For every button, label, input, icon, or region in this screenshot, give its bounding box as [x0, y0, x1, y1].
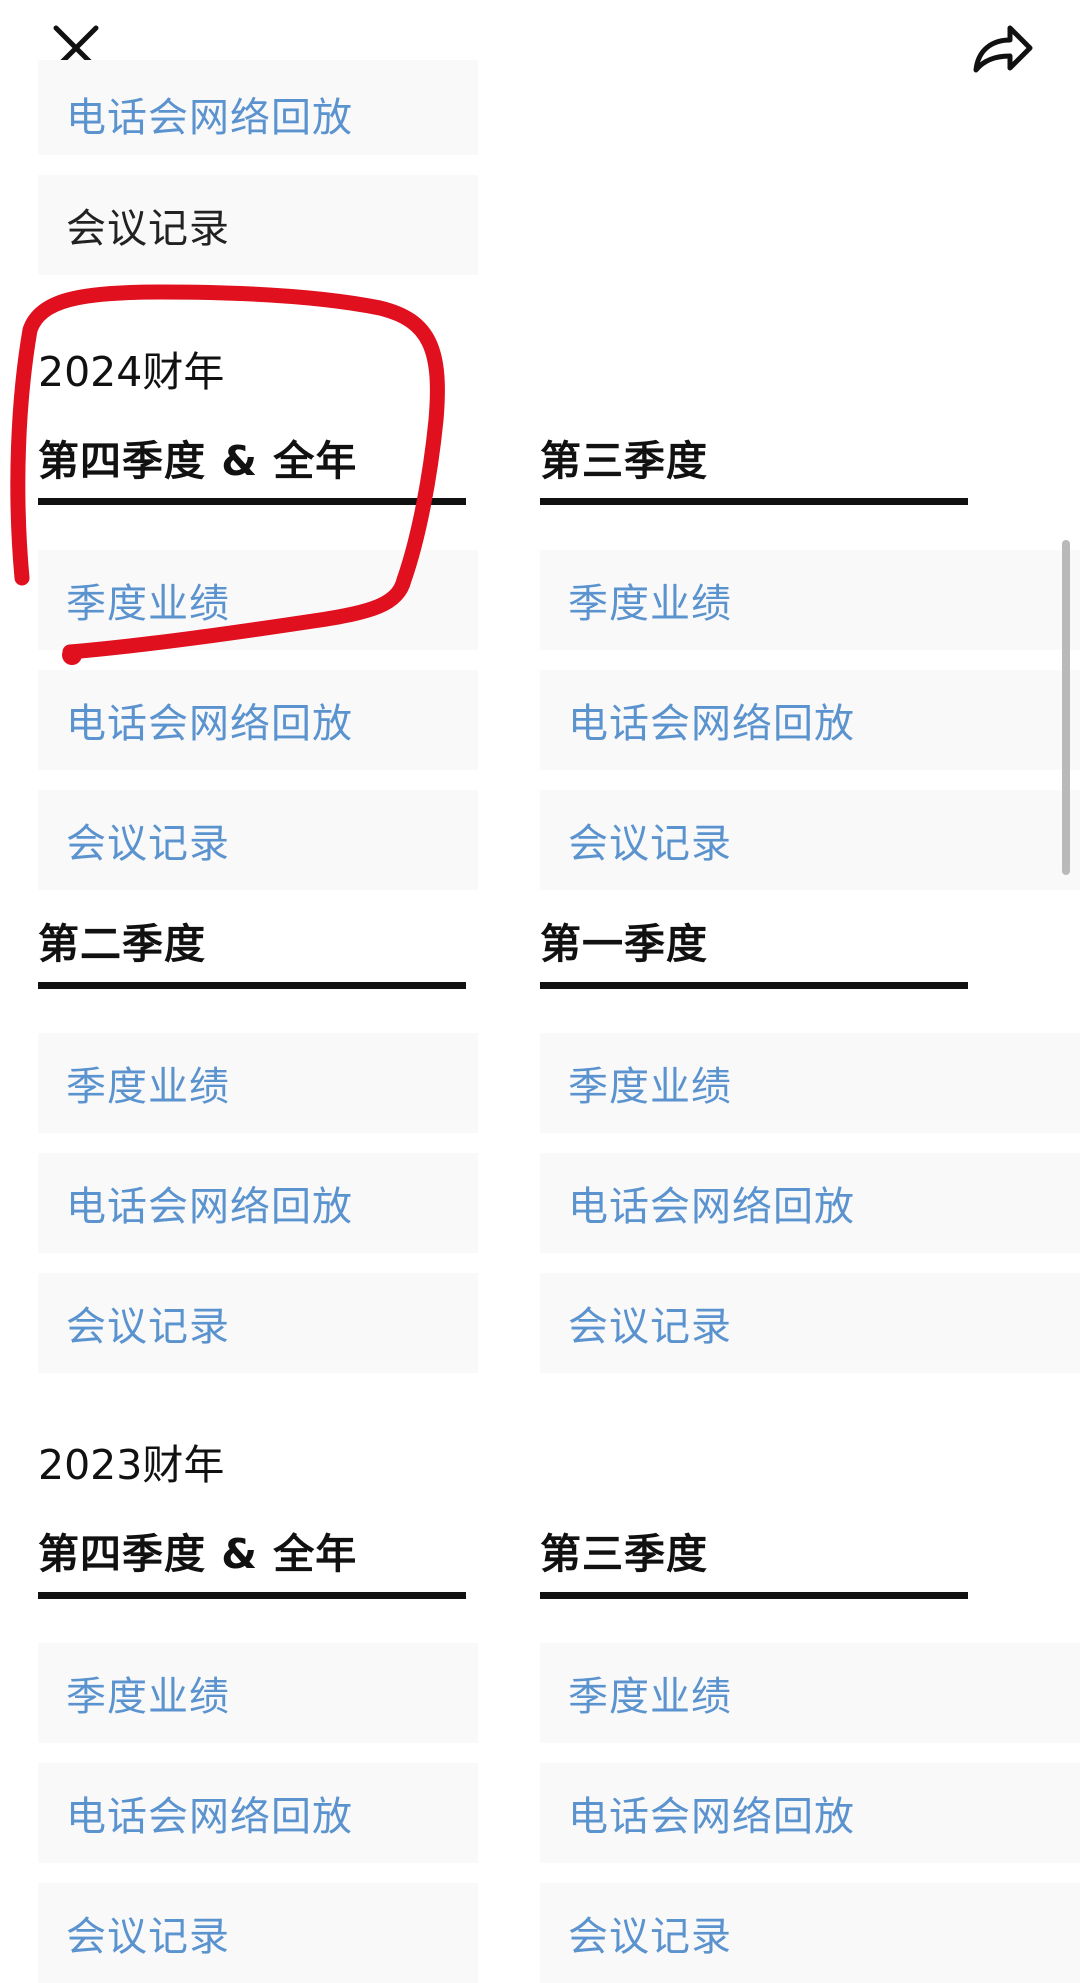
link-label: 季度业绩	[66, 581, 230, 627]
link-label: 会议记录	[66, 206, 230, 252]
share-button[interactable]	[970, 18, 1040, 82]
link-label: 季度业绩	[568, 1674, 732, 1720]
share-icon	[973, 25, 1033, 73]
list-item-minutes[interactable]: 会议记录	[540, 1273, 1080, 1373]
link-label: 季度业绩	[568, 1064, 732, 1110]
list-item-webcast[interactable]: 电话会网络回放	[38, 1763, 478, 1863]
list-item-minutes[interactable]: 会议记录	[38, 1883, 478, 1983]
link-label: 电话会网络回放	[66, 701, 353, 747]
tab-q4-fy2023[interactable]: 第四季度 & 全年	[38, 1520, 357, 1580]
link-label: 会议记录	[568, 1914, 732, 1960]
list-item-minutes[interactable]: 会议记录	[38, 1273, 478, 1373]
list-item-webcast[interactable]: 电话会网络回放	[540, 670, 1080, 770]
link-label: 会议记录	[568, 821, 732, 867]
fiscal-year-label: 2023财年	[38, 1441, 225, 1489]
section-underline	[38, 498, 466, 505]
section-underline	[540, 498, 968, 505]
link-label: 电话会网络回放	[66, 95, 353, 141]
link-label: 季度业绩	[568, 581, 732, 627]
list-item-webcast[interactable]: 电话会网络回放	[38, 670, 478, 770]
link-label: 电话会网络回放	[568, 1794, 855, 1840]
list-item-results[interactable]: 季度业绩	[540, 1643, 1080, 1743]
list-item-results[interactable]: 季度业绩	[540, 1033, 1080, 1133]
link-label: 会议记录	[66, 1914, 230, 1960]
link-label: 会议记录	[66, 1304, 230, 1350]
list-item-webcast[interactable]: 电话会网络回放	[38, 1153, 478, 1253]
tab-q2-fy2024[interactable]: 第二季度	[38, 910, 206, 970]
link-label: 季度业绩	[66, 1674, 230, 1720]
section-underline	[38, 982, 466, 989]
list-item-results[interactable]: 季度业绩	[38, 550, 478, 650]
list-item-results[interactable]: 季度业绩	[38, 1033, 478, 1133]
section-underline	[38, 1592, 466, 1599]
list-item-results[interactable]: 季度业绩	[540, 550, 1080, 650]
link-label: 电话会网络回放	[568, 701, 855, 747]
list-item-minutes[interactable]: 会议记录	[38, 175, 478, 275]
link-label: 会议记录	[568, 1304, 732, 1350]
scrollbar[interactable]	[1062, 540, 1070, 875]
list-item-minutes[interactable]: 会议记录	[540, 1883, 1080, 1983]
link-label: 会议记录	[66, 821, 230, 867]
tab-q4-fy2024[interactable]: 第四季度 & 全年	[38, 427, 357, 487]
link-label: 季度业绩	[66, 1064, 230, 1110]
list-item-minutes[interactable]: 会议记录	[540, 790, 1080, 890]
link-label: 电话会网络回放	[66, 1794, 353, 1840]
list-item-webcast-partial[interactable]: 电话会网络回放	[38, 60, 478, 155]
list-item-minutes[interactable]: 会议记录	[38, 790, 478, 890]
list-item-webcast[interactable]: 电话会网络回放	[540, 1763, 1080, 1863]
list-item-webcast[interactable]: 电话会网络回放	[540, 1153, 1080, 1253]
tab-q1-fy2024[interactable]: 第一季度	[540, 910, 708, 970]
link-label: 电话会网络回放	[568, 1184, 855, 1230]
list-item-results[interactable]: 季度业绩	[38, 1643, 478, 1743]
fiscal-year-label: 2024财年	[38, 348, 225, 396]
section-underline	[540, 1592, 968, 1599]
section-underline	[540, 982, 968, 989]
tab-q3-fy2023[interactable]: 第三季度	[540, 1520, 708, 1580]
tab-q3-fy2024[interactable]: 第三季度	[540, 427, 708, 487]
link-label: 电话会网络回放	[66, 1184, 353, 1230]
